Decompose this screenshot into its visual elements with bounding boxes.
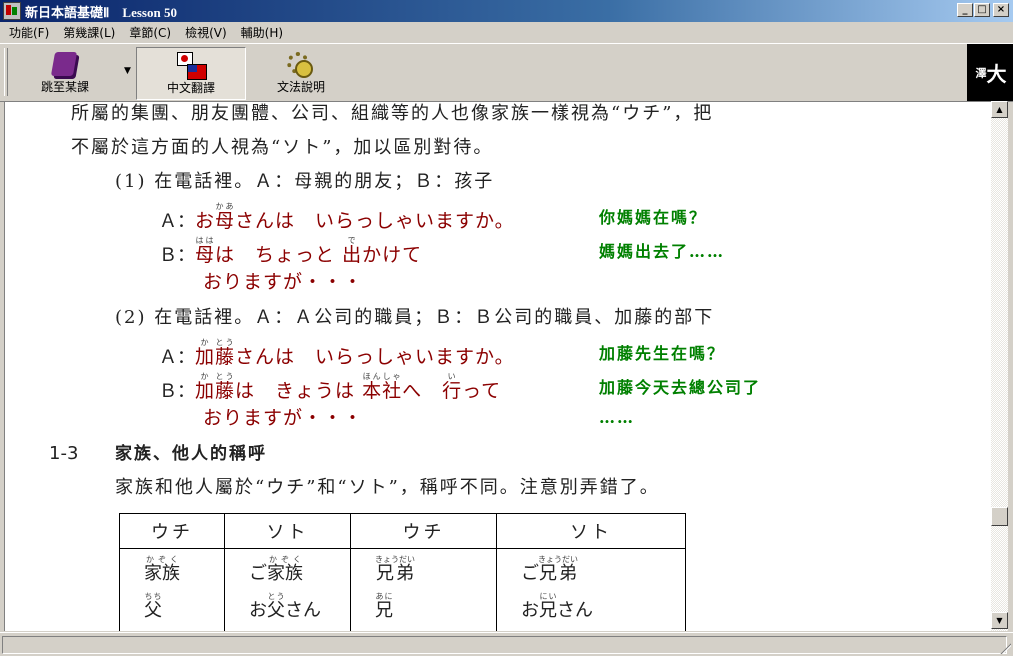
table-cell: 兄弟きょうだい 兄あに bbox=[350, 548, 497, 631]
example-2-translation-b: 加藤今天去總公司了 bbox=[599, 378, 762, 397]
example-2-line-a: Ａ：加か藤とうさんは いらっしゃいますか。 bbox=[159, 338, 515, 368]
example-1-line-b: Ｂ：母ははは ちょっと 出でかけて bbox=[159, 236, 423, 266]
toolbar-grip[interactable] bbox=[4, 48, 8, 96]
example-1-translation-a: 你媽媽在嗎？ bbox=[599, 208, 708, 227]
menu-view[interactable]: 檢視(V) bbox=[180, 24, 232, 41]
intro-line-1: 所屬的集團、朋友團體、公司、組織等的人也像家族一樣視為“ウチ”，把 bbox=[71, 103, 714, 124]
title-bar: 新日本語基礎Ⅱ Lesson 50 _ □ × bbox=[0, 0, 1013, 22]
resize-grip-icon[interactable] bbox=[999, 642, 1011, 654]
example-2-title: (2) 在電話裡。Ａ：Ａ公司的職員；Ｂ：Ｂ公司的職員、加藤的部下 bbox=[115, 307, 715, 328]
table-cell: ご家族かぞく お父とうさん bbox=[224, 548, 351, 631]
chinese-translation-button[interactable]: 中文翻譯 bbox=[136, 47, 246, 100]
gear-icon bbox=[285, 50, 315, 80]
example-1-line-b-cont: おりますが・・・ bbox=[203, 271, 364, 293]
example-2-line-b-cont: おりますが・・・ bbox=[203, 407, 364, 429]
example-2-translation-b-cont: …… bbox=[599, 408, 635, 427]
table-header: ソト bbox=[496, 513, 686, 549]
vertical-scrollbar[interactable]: ▲ ▼ bbox=[991, 101, 1008, 631]
grammar-button[interactable]: 文法說明 bbox=[246, 47, 356, 98]
window-title: 新日本語基礎Ⅱ Lesson 50 bbox=[25, 4, 177, 20]
lesson-content: 所屬的集團、朋友團體、公司、組織等的人也像家族一樣視為“ウチ”，把 不屬於這方面… bbox=[4, 101, 992, 631]
table-row: 家族かぞく 父ちち ご家族かぞく お父とうさん 兄弟きょうだい 兄あに ご兄弟き… bbox=[119, 548, 686, 631]
close-button[interactable]: × bbox=[993, 3, 1009, 17]
intro-line-2: 不屬於這方面的人視為“ソト”，加以區別對待。 bbox=[71, 137, 494, 158]
menu-help[interactable]: 輔助(H) bbox=[236, 24, 288, 41]
minimize-button[interactable]: _ bbox=[957, 3, 973, 17]
table-header: ウチ bbox=[350, 513, 497, 549]
section-number: 1-3 bbox=[49, 443, 79, 464]
status-bar bbox=[0, 632, 1013, 656]
status-panel bbox=[2, 636, 1007, 654]
dropdown-arrow-icon[interactable]: ▼ bbox=[124, 66, 131, 76]
scroll-down-arrow-icon[interactable]: ▼ bbox=[991, 612, 1008, 629]
chinese-translation-label: 中文翻譯 bbox=[166, 81, 215, 95]
window-controls: _ □ × bbox=[957, 3, 1009, 17]
flag-icon bbox=[177, 52, 207, 80]
jump-lesson-button[interactable]: 跳至某課 bbox=[10, 47, 120, 98]
example-2-line-b: Ｂ：加か藤とうは きょうは 本社ほんしゃへ 行いって bbox=[159, 372, 502, 402]
scrollbar-thumb[interactable] bbox=[991, 507, 1008, 526]
menu-chapter[interactable]: 章節(C) bbox=[124, 24, 176, 41]
example-1-translation-b: 媽媽出去了…… bbox=[599, 242, 726, 261]
book-icon bbox=[53, 52, 79, 80]
maximize-button[interactable]: □ bbox=[974, 3, 990, 17]
example-1-line-a: Ａ：お母かあさんは いらっしゃいますか。 bbox=[159, 202, 515, 232]
table-header: ソト bbox=[224, 513, 351, 549]
scroll-up-arrow-icon[interactable]: ▲ bbox=[991, 101, 1008, 118]
app-icon[interactable] bbox=[3, 2, 21, 20]
table-cell: 家族かぞく 父ちち bbox=[119, 548, 225, 631]
uchi-soto-table: ウチ ソト ウチ ソト 家族かぞく 父ちち ご家族かぞく お父とうさん 兄弟きょ… bbox=[119, 513, 686, 631]
menu-bar: 功能(F) 第幾課(L) 章節(C) 檢視(V) 輔助(H) bbox=[0, 22, 1013, 42]
toolbar: 跳至某課 ▼ 中文翻譯 文法說明 澤大 bbox=[0, 43, 1013, 102]
table-cell: ご兄弟きょうだい お兄にいさん bbox=[496, 548, 686, 631]
grammar-label: 文法說明 bbox=[276, 80, 325, 94]
section-description: 家族和他人屬於“ウチ”和“ソト”，稱呼不同。注意別弄錯了。 bbox=[115, 477, 660, 498]
example-1-title: (1) 在電話裡。Ａ：母親的朋友；Ｂ：孩子 bbox=[115, 171, 495, 192]
table-header: ウチ bbox=[119, 513, 225, 549]
example-2-translation-a: 加藤先生在嗎？ bbox=[599, 344, 726, 363]
jump-lesson-label: 跳至某課 bbox=[40, 80, 89, 94]
menu-function[interactable]: 功能(F) bbox=[4, 24, 54, 41]
publisher-logo: 澤大 bbox=[967, 44, 1013, 101]
menu-lesson[interactable]: 第幾課(L) bbox=[58, 24, 120, 41]
section-title: 家族、他人的稱呼 bbox=[115, 444, 267, 464]
